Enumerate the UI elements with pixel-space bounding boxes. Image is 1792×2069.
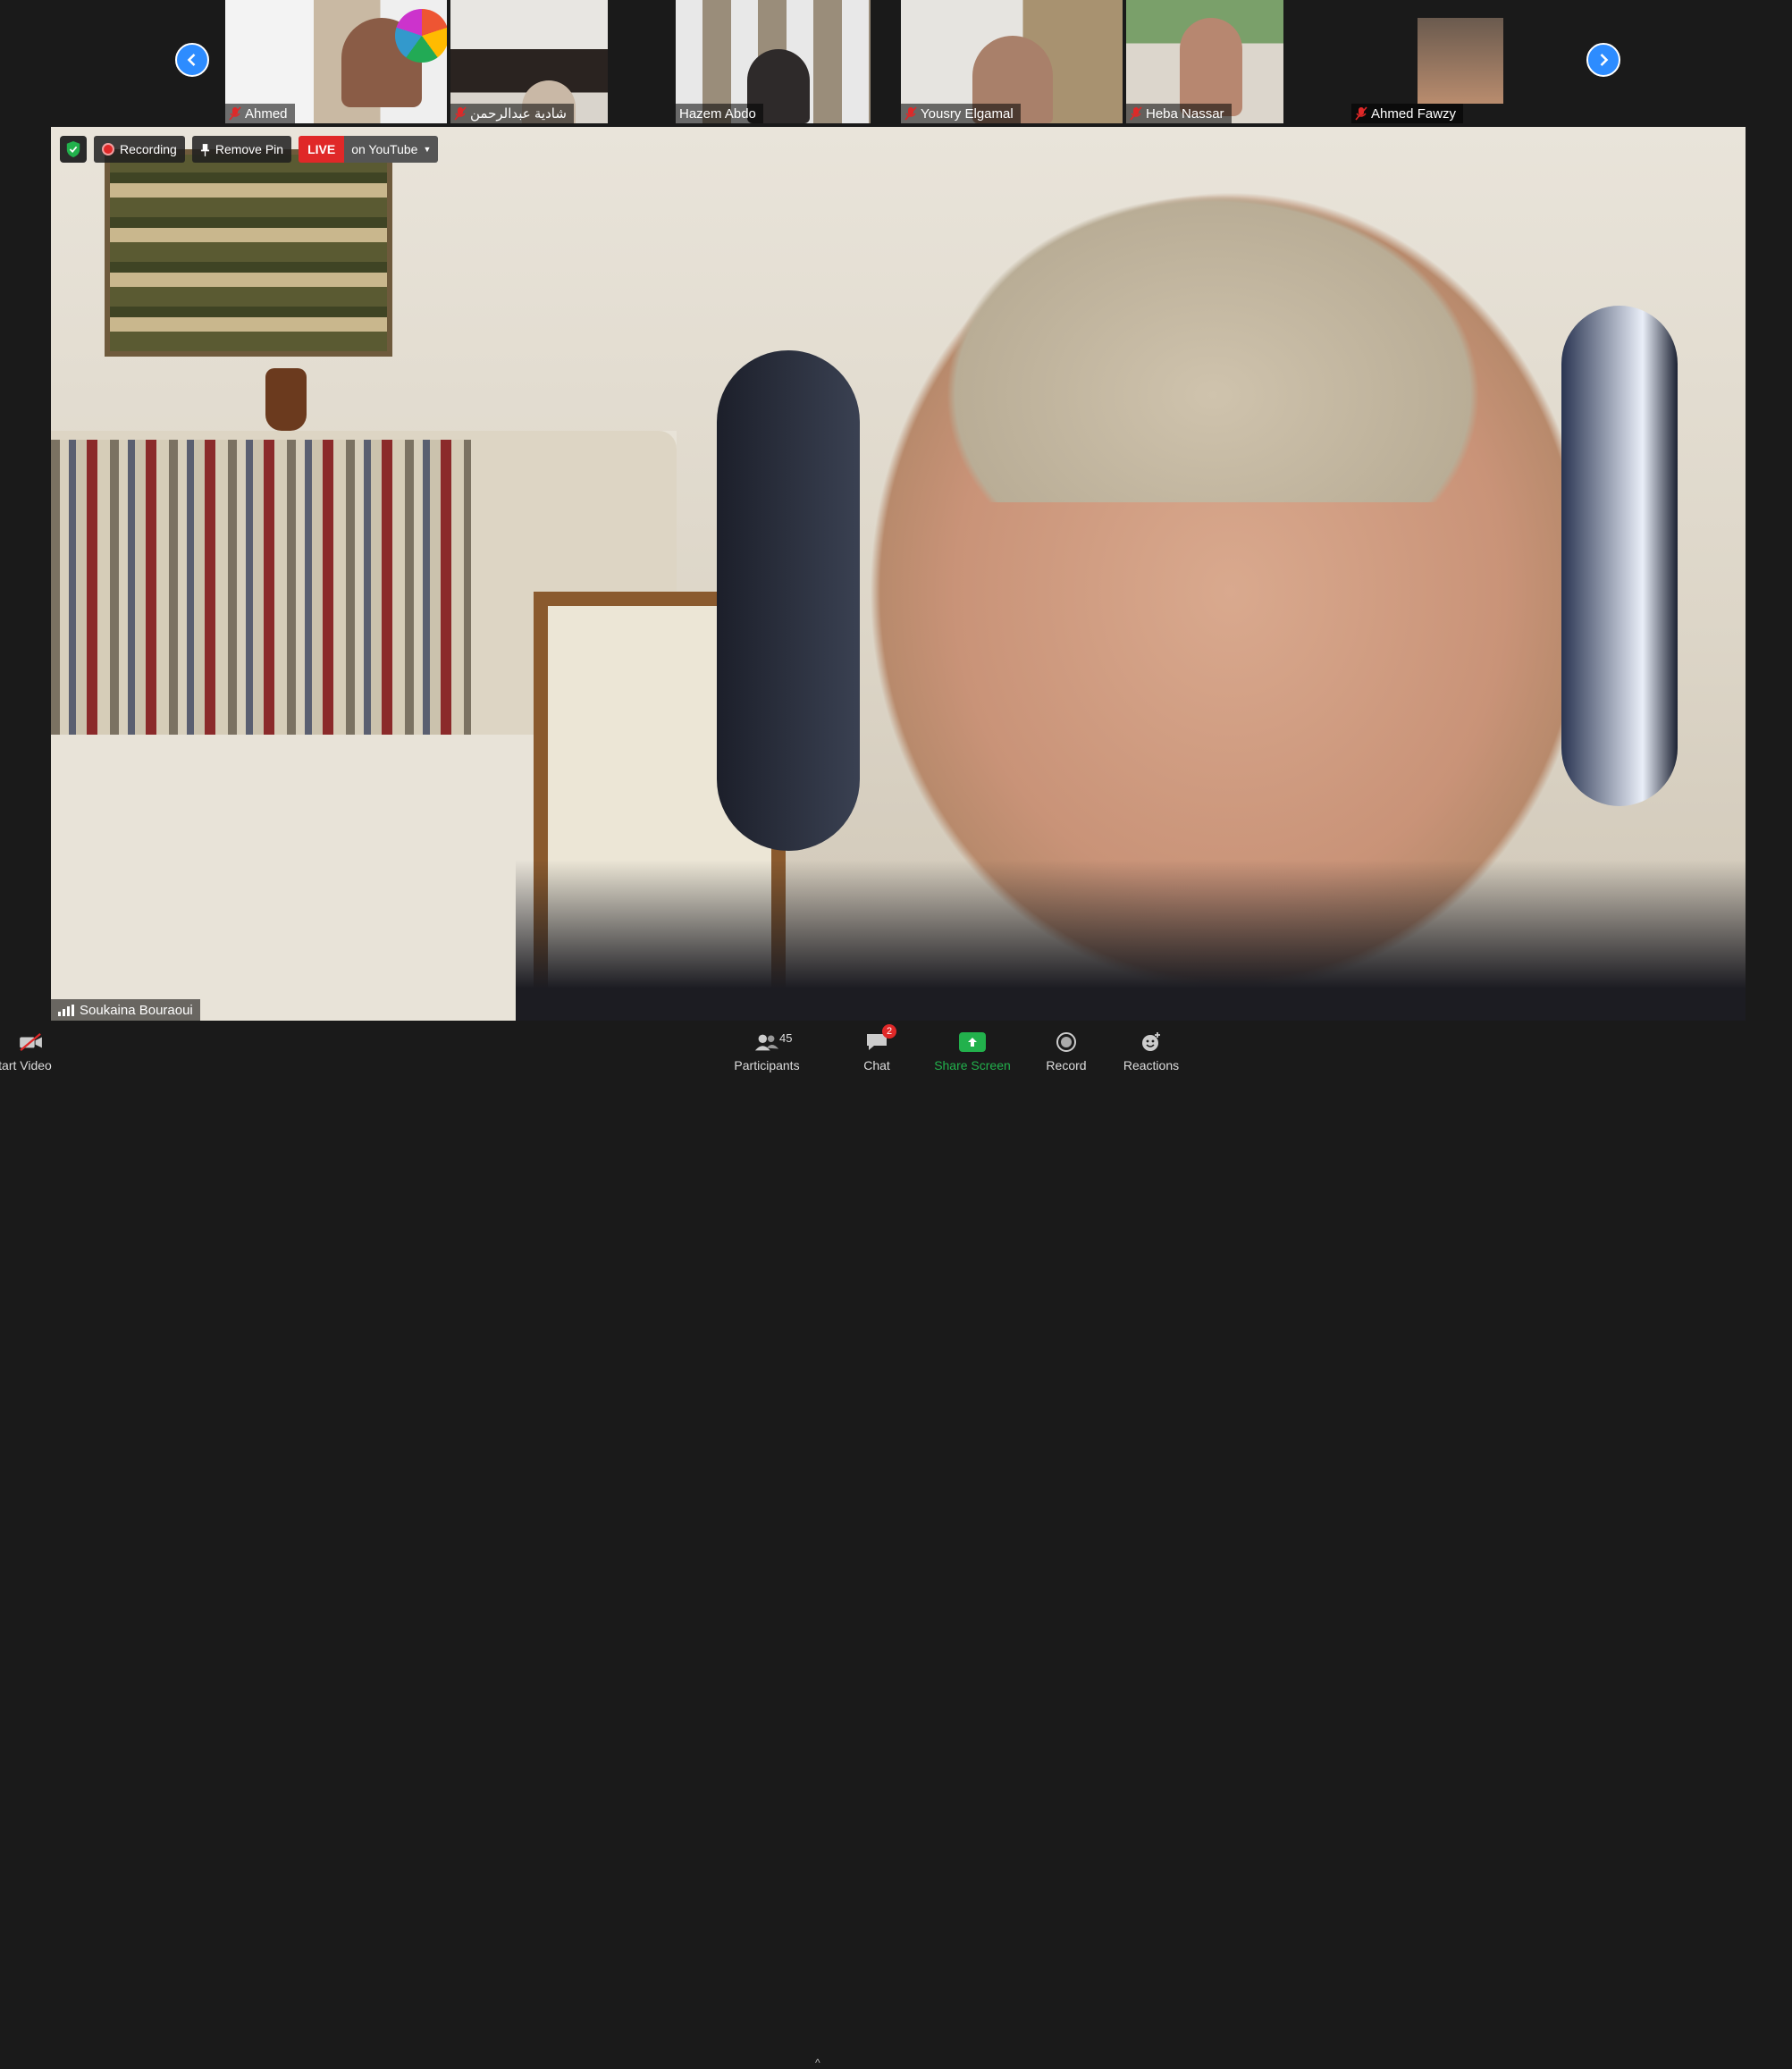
participant-name: Yousry Elgamal (921, 105, 1014, 122)
participants-label: Participants (734, 1058, 800, 1072)
participant-strip: Ahmed شادية عبدالرحمن Hazem Abdo Yousry … (0, 0, 1792, 123)
youtube-label: on YouTube (351, 142, 418, 156)
participant-name: Heba Nassar (1146, 105, 1224, 122)
mic-muted-icon (904, 106, 917, 121)
previous-page-button[interactable] (175, 43, 209, 77)
participant-name: Ahmed (245, 105, 288, 122)
live-stream-dropdown[interactable]: on YouTube ▼ (344, 136, 439, 163)
mic-muted-icon (229, 106, 241, 121)
participants-button[interactable]: 45 Participants (724, 1022, 810, 1074)
reactions-label: Reactions (1123, 1058, 1180, 1072)
participant-tile-ahmed-fawzy[interactable]: Ahmed Fawzy (1351, 0, 1573, 123)
remove-pin-label: Remove Pin (215, 142, 284, 156)
signal-strength-icon (58, 1004, 74, 1016)
video-scene (265, 368, 307, 431)
video-off-icon (17, 1030, 46, 1055)
participant-tile-heba[interactable]: Heba Nassar (1126, 0, 1283, 123)
logo-image (395, 9, 447, 63)
record-label: Record (1046, 1058, 1087, 1072)
speaker-name: Soukaina Bouraoui (80, 1002, 193, 1018)
active-speaker-video[interactable]: Recording Remove Pin LIVE on YouTube ▼ S… (51, 127, 1746, 1021)
share-screen-label: Share Screen (934, 1058, 1011, 1072)
pin-icon (200, 143, 209, 156)
participant-tile-shadia[interactable]: شادية عبدالرحمن (450, 0, 608, 123)
speaker-hair (784, 127, 1642, 502)
start-video-button[interactable]: tart Video (0, 1022, 63, 1074)
headphone-left (717, 350, 860, 851)
speaker-name-label: Soukaina Bouraoui (51, 999, 200, 1021)
recording-label: Recording (120, 142, 177, 156)
share-screen-button[interactable]: Share Screen (930, 1022, 1015, 1074)
recording-indicator[interactable]: Recording (94, 136, 185, 163)
mic-muted-icon (454, 106, 467, 121)
participants-icon: 45 (753, 1030, 792, 1055)
recording-dot-icon (102, 143, 114, 156)
participant-name-row: شادية عبدالرحمن (450, 104, 574, 123)
mic-muted-icon (1130, 106, 1142, 121)
headphone-right (1561, 306, 1678, 806)
video-scene (516, 860, 1746, 1021)
mic-muted-icon (1355, 106, 1367, 121)
record-button[interactable]: Record (1039, 1022, 1094, 1074)
participants-count: 45 (779, 1031, 793, 1045)
participant-name-row: Ahmed Fawzy (1351, 104, 1464, 123)
next-page-button[interactable] (1586, 43, 1620, 77)
reactions-icon (1137, 1030, 1165, 1055)
participant-tile-yousry[interactable]: Yousry Elgamal (901, 0, 1123, 123)
chevron-right-icon (1600, 54, 1609, 66)
chat-button[interactable]: 2 Chat (849, 1022, 904, 1074)
participant-name: شادية عبدالرحمن (470, 106, 567, 122)
encryption-shield[interactable] (60, 136, 87, 163)
participant-name: Ahmed Fawzy (1371, 105, 1457, 122)
participant-video (1180, 18, 1242, 116)
shield-check-icon (66, 141, 80, 157)
record-icon (1052, 1030, 1081, 1055)
meeting-toolbar: tart Video 45 Participants ^ 2 Chat Shar… (0, 1022, 1792, 2069)
meeting-status-bar: Recording Remove Pin LIVE on YouTube ▼ (60, 136, 439, 163)
live-badge: LIVE (299, 136, 345, 163)
chat-unread-badge: 2 (882, 1024, 896, 1039)
participant-name-row: Ahmed (225, 104, 295, 123)
participant-avatar (1418, 18, 1503, 104)
video-scene (105, 149, 392, 357)
participant-name-row: Hazem Abdo (676, 104, 763, 123)
participant-tile-hazem[interactable]: Hazem Abdo (676, 0, 871, 123)
caret-down-icon: ▼ (423, 145, 432, 154)
remove-pin-button[interactable]: Remove Pin (191, 136, 292, 163)
start-video-label: tart Video (0, 1058, 52, 1072)
participants-options-caret-icon[interactable]: ^ (815, 2056, 820, 2069)
chat-label: Chat (863, 1058, 890, 1072)
video-scene (51, 440, 471, 735)
reactions-button[interactable]: Reactions (1119, 1022, 1183, 1074)
participant-name: Hazem Abdo (679, 105, 756, 122)
share-screen-icon (958, 1030, 987, 1055)
participant-name-row: Heba Nassar (1126, 104, 1232, 123)
participant-tile-ahmed[interactable]: Ahmed (225, 0, 447, 123)
participant-name-row: Yousry Elgamal (901, 104, 1021, 123)
chat-icon: 2 (862, 1024, 896, 1055)
chevron-left-icon (187, 54, 196, 66)
